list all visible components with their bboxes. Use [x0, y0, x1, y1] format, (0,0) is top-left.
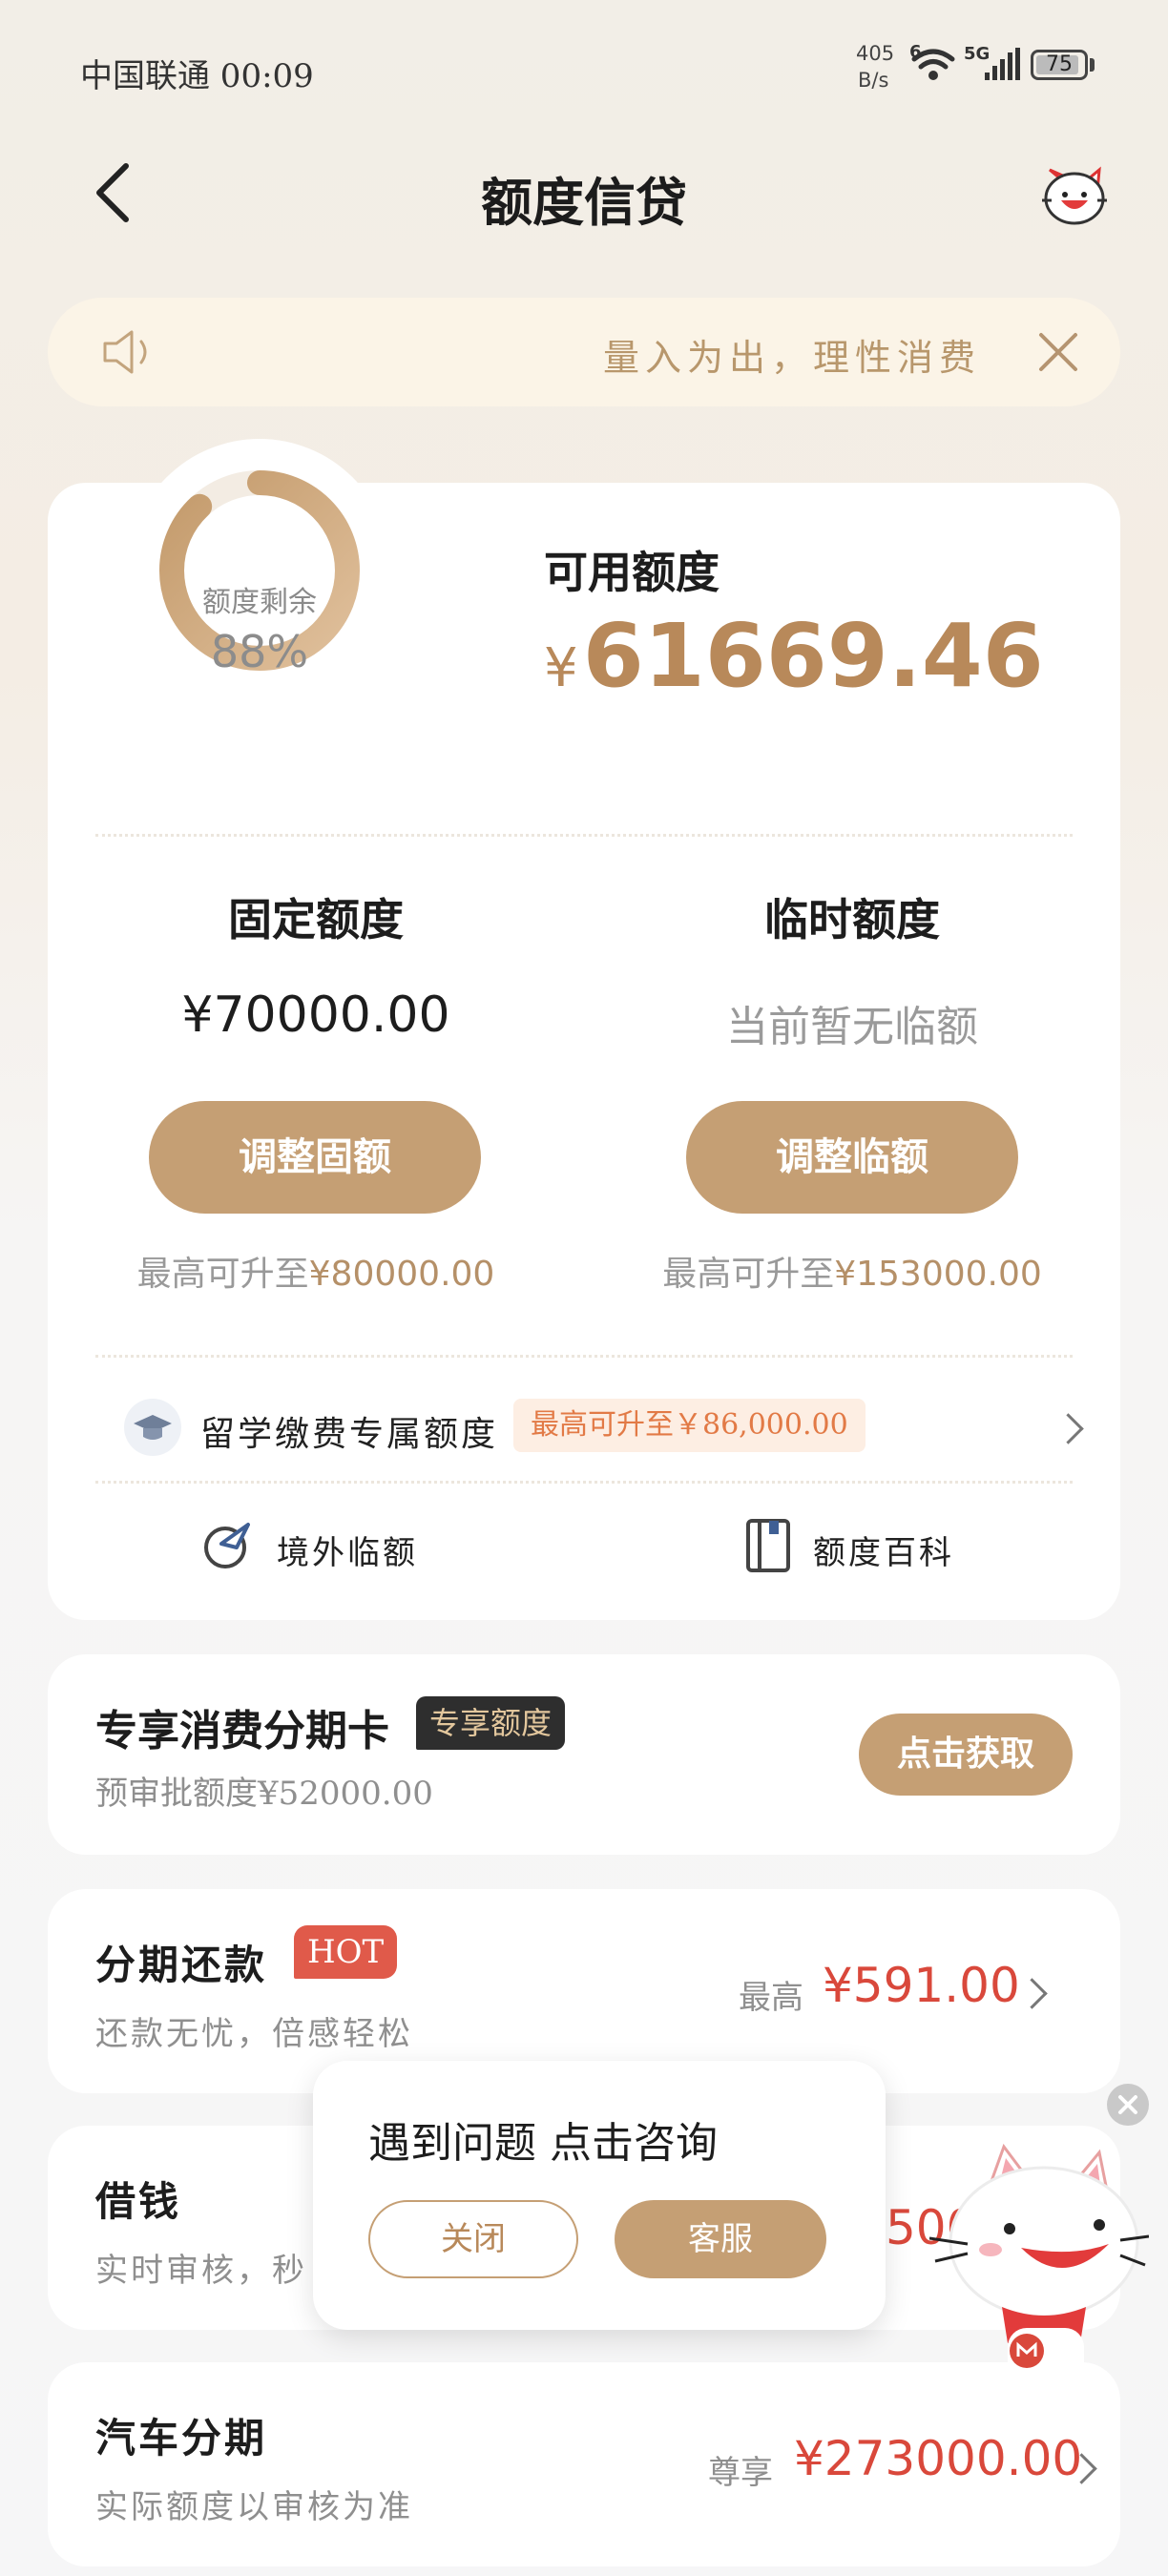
temp-max-amount: ¥153000.00 [834, 1255, 1042, 1294]
fixed-max: 最高可升至¥80000.00 [48, 1246, 584, 1296]
get-card-button[interactable]: 点击获取 [859, 1714, 1073, 1796]
temp-title: 临时额度 [764, 894, 940, 945]
net-speed-unit: B/s [858, 69, 889, 92]
consult-text: 遇到问题 点击咨询 [368, 2119, 718, 2168]
product-subtitle: 实际额度以审核为准 [95, 2488, 413, 2526]
adjust-fixed-button[interactable]: 调整固额 [149, 1101, 481, 1214]
speaker-icon [101, 328, 158, 380]
amount-prefix: 尊享 [708, 2454, 773, 2492]
divider [95, 1355, 1073, 1358]
exclusive-tag: 专享额度 [416, 1696, 566, 1750]
chevron-right-icon [1053, 1413, 1084, 1444]
carrier-time: 中国联通 00:09 [80, 57, 314, 95]
available-currency: ¥ [544, 637, 578, 699]
fixed-amount: ¥70000.00 [181, 987, 450, 1044]
customer-service-button[interactable]: 客服 [615, 2200, 826, 2278]
product-amount: ¥591.00 [823, 1958, 1020, 2013]
wifi-badge: 6 [909, 42, 922, 62]
mascot-cat-icon[interactable] [928, 2137, 1150, 2404]
temp-amount: 当前暂无临额 [726, 1003, 978, 1051]
overseas-temp-label: 境外临额 [277, 1534, 418, 1572]
fixed-max-amount: ¥80000.00 [308, 1255, 495, 1294]
preapproved-amount: 预审批额度¥52000.00 [95, 1775, 433, 1813]
product-amount: ¥273000.00 [794, 2431, 1083, 2486]
product-title: 汽车分期 [95, 2415, 268, 2462]
notice-bar: 量入为出，理性消费 [48, 298, 1120, 406]
fixed-max-prefix: 最高可升至 [136, 1255, 309, 1294]
credit-card: 额度剩余 88% 可用额度 ¥ 61669.46 固定额度 ¥70000.00 … [48, 439, 1120, 1620]
product-title: 分期还款 [95, 1942, 268, 1988]
available-amount: ¥ 61669.46 [544, 605, 1044, 707]
product-title: 借钱 [95, 2178, 182, 2225]
study-quota-badge: 最高可升至￥86,000.00 [513, 1399, 866, 1452]
notice-text: 量入为出，理性消费 [602, 337, 981, 379]
study-quota-row[interactable]: 留学缴费专属额度 最高可升至￥86,000.00 [48, 1380, 1120, 1475]
available-value: 61669.46 [582, 605, 1044, 707]
book-icon [744, 1517, 792, 1578]
signal-icon [983, 48, 1021, 86]
mascot-avatar-icon[interactable] [1036, 158, 1113, 227]
page-title: 额度信贷 [481, 172, 687, 233]
divider [95, 1481, 1073, 1484]
graduation-cap-icon [124, 1399, 181, 1456]
credit-wiki-label: 额度百科 [813, 1534, 954, 1572]
net-speed-value: 405 [856, 42, 895, 65]
airplane-globe-icon [200, 1519, 254, 1576]
mascot-close-icon[interactable] [1107, 2084, 1149, 2126]
status-bar: 中国联通 00:09 405 B/s 6 5G 75 [0, 0, 1168, 134]
divider [95, 834, 1073, 837]
product-subtitle: 实时审核，秒 [95, 2252, 307, 2290]
consult-popup: 遇到问题 点击咨询 关闭 客服 [313, 2061, 886, 2330]
battery-level: 75 [1046, 52, 1073, 76]
close-popup-button[interactable]: 关闭 [368, 2200, 578, 2278]
study-quota-label: 留学缴费专属额度 [200, 1415, 499, 1454]
hot-badge: HOT [294, 1925, 398, 1979]
close-notice-icon[interactable] [1036, 330, 1080, 374]
temp-max: 最高可升至¥153000.00 [584, 1246, 1120, 1296]
installment-title: 专享消费分期卡 [95, 1707, 389, 1755]
ring-percent: 88% [210, 626, 309, 677]
amount-prefix: 最高 [739, 1979, 803, 2017]
battery-tip [1090, 58, 1095, 72]
temp-max-prefix: 最高可升至 [662, 1255, 835, 1294]
credit-wiki-link[interactable]: 额度百科 [744, 1513, 992, 1580]
adjust-temp-button[interactable]: 调整临额 [686, 1101, 1018, 1214]
chevron-right-icon [1016, 1978, 1048, 2009]
overseas-temp-link[interactable]: 境外临额 [200, 1513, 448, 1580]
available-label: 可用额度 [544, 547, 720, 598]
product-subtitle: 还款无忧，倍感轻松 [95, 2015, 413, 2053]
ring-label: 额度剩余 [202, 586, 317, 619]
installment-card: 专享消费分期卡 专享额度 预审批额度¥52000.00 点击获取 [48, 1654, 1120, 1855]
fixed-title: 固定额度 [228, 894, 404, 945]
